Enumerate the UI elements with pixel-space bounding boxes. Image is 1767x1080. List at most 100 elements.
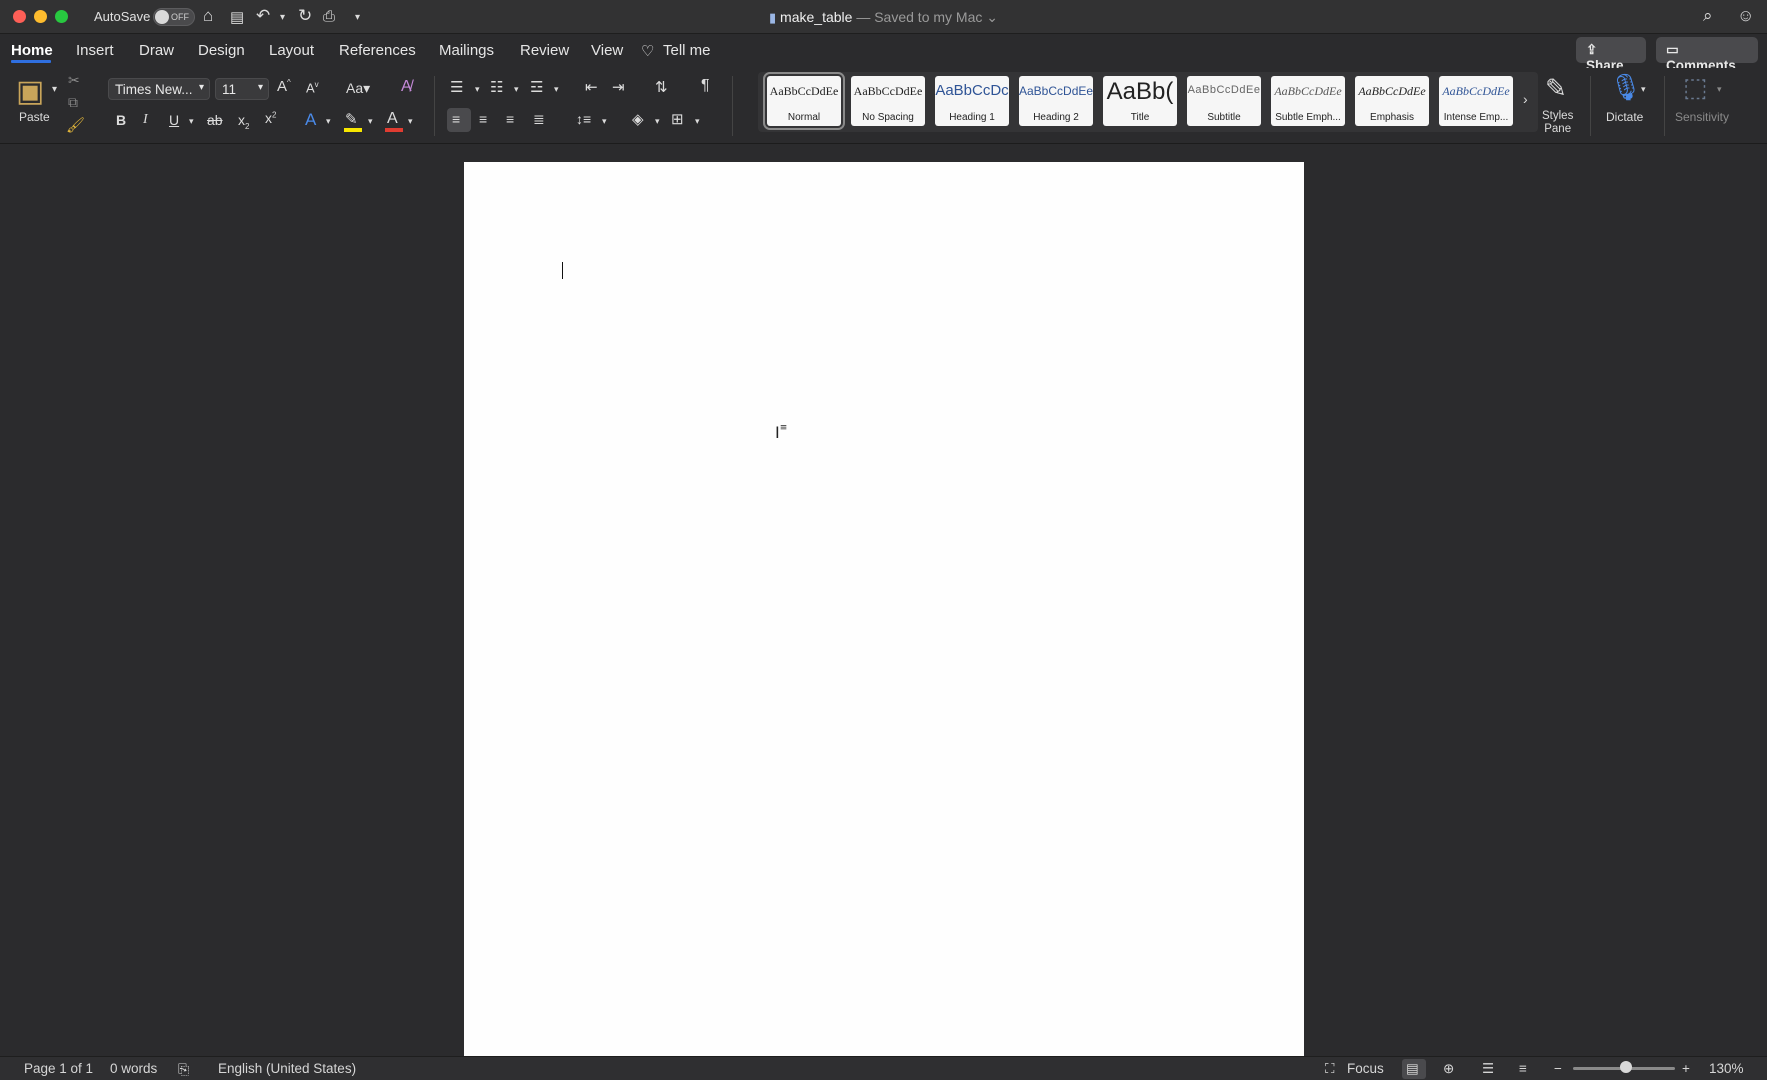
style-label: Normal <box>787 112 821 123</box>
sort-icon[interactable]: ⇅ <box>655 78 668 96</box>
borders-icon[interactable]: ⊞ <box>671 110 684 128</box>
style-emphasis[interactable]: AaBbCcDdEe Emphasis <box>1355 76 1429 126</box>
focus-mode[interactable]: Focus <box>1347 1061 1384 1076</box>
tab-view[interactable]: View <box>591 42 623 59</box>
paste-icon[interactable]: ▣ <box>16 74 44 109</box>
cut-icon[interactable]: ✂ <box>68 72 80 89</box>
show-formatting-marks-icon[interactable]: ¶ <box>701 77 710 95</box>
zoom-out-icon[interactable]: − <box>1554 1061 1562 1076</box>
tab-review[interactable]: Review <box>520 42 569 59</box>
tab-home[interactable]: Home <box>11 42 53 59</box>
text-effects-icon[interactable]: A <box>305 110 316 130</box>
comment-icon: ▭ <box>1666 42 1679 57</box>
style-sample: AaBbCcDdEe <box>1019 84 1093 98</box>
highlight-icon[interactable]: ✎ <box>345 110 358 128</box>
dictate-dropdown-icon[interactable]: ▾ <box>1641 84 1646 95</box>
copy-icon[interactable]: ⧉ <box>68 94 78 111</box>
document-page[interactable] <box>464 162 1304 1056</box>
style-intense-emphasis[interactable]: AaBbCcDdEe Intense Emp... <box>1439 76 1513 126</box>
style-sample: AaBbCcDdEe <box>1358 84 1426 98</box>
microphone-icon[interactable]: 🎙 <box>1609 72 1642 103</box>
shrink-font-icon[interactable]: Av <box>306 80 319 95</box>
paste-dropdown-icon[interactable]: ▾ <box>52 84 57 95</box>
style-subtitle[interactable]: AaBbCcDdEe Subtitle <box>1187 76 1261 126</box>
font-size-value: 11 <box>222 82 237 97</box>
language[interactable]: English (United States) <box>218 1061 356 1076</box>
page-count[interactable]: Page 1 of 1 <box>24 1061 93 1076</box>
bullets-dropdown-icon[interactable]: ▾ <box>475 84 480 95</box>
zoom-level[interactable]: 130% <box>1709 1061 1744 1076</box>
justify-icon[interactable]: ≣ <box>533 111 545 128</box>
style-title[interactable]: AaBb( Title <box>1103 76 1177 126</box>
font-size-select[interactable]: 11 ▾ <box>215 78 269 100</box>
align-center-icon[interactable]: ≡ <box>479 111 487 127</box>
feedback-smiley-icon[interactable]: ☺ <box>1737 6 1754 26</box>
change-case-icon[interactable]: Aa▾ <box>346 80 370 97</box>
draft-view-icon[interactable]: ≡ <box>1519 1061 1527 1076</box>
comments-button[interactable]: ▭ Comments <box>1656 37 1758 73</box>
document-title: ▮ make_table — Saved to my Mac ⌄ <box>0 9 1767 26</box>
style-sample: AaBbCcDdEe <box>1442 84 1510 98</box>
line-spacing-dropdown-icon[interactable]: ▾ <box>602 116 607 127</box>
style-label: Subtitle <box>1207 112 1241 123</box>
format-painter-icon[interactable]: 🖌 <box>66 116 85 134</box>
font-color-icon[interactable]: A <box>387 110 398 128</box>
styles-pane-icon[interactable]: ✎ <box>1545 73 1567 104</box>
focus-icon[interactable]: ⛶ <box>1325 1061 1334 1077</box>
multilevel-list-icon[interactable]: ☲ <box>530 78 543 96</box>
share-button[interactable]: ⇪ Share <box>1576 37 1646 73</box>
borders-dropdown-icon[interactable]: ▾ <box>695 116 700 127</box>
numbering-icon[interactable]: ☷ <box>490 78 503 96</box>
sensitivity-dropdown-icon[interactable]: ▾ <box>1717 84 1722 95</box>
highlight-dropdown-icon[interactable]: ▾ <box>368 116 373 127</box>
tab-draw[interactable]: Draw <box>139 42 174 59</box>
style-label: Heading 1 <box>949 112 995 123</box>
sensitivity-label: Sensitivity <box>1675 110 1730 124</box>
clear-formatting-icon[interactable]: A̸ <box>401 78 412 96</box>
underline-button[interactable]: U <box>169 112 179 128</box>
tab-insert[interactable]: Insert <box>76 42 114 59</box>
sensitivity-icon[interactable]: ⬚ <box>1683 72 1708 103</box>
chevron-right-icon[interactable]: › <box>1523 91 1528 107</box>
search-icon[interactable]: ⌕ <box>1703 6 1713 26</box>
style-label: No Spacing <box>862 112 914 123</box>
superscript-button[interactable]: x2 <box>265 110 276 126</box>
bullets-icon[interactable]: ☰ <box>450 78 463 96</box>
align-right-icon[interactable]: ≡ <box>506 111 514 127</box>
word-count[interactable]: 0 words <box>110 1061 157 1076</box>
print-layout-icon: ▤ <box>1406 1061 1419 1076</box>
shading-icon[interactable]: ◈ <box>632 110 644 128</box>
shading-dropdown-icon[interactable]: ▾ <box>655 116 660 127</box>
subscript-button[interactable]: x2 <box>238 112 249 131</box>
proofing-icon[interactable]: ⎘ <box>178 1061 189 1078</box>
font-color-dropdown-icon[interactable]: ▾ <box>408 116 413 127</box>
multilevel-dropdown-icon[interactable]: ▾ <box>554 84 559 95</box>
tab-references[interactable]: References <box>339 42 416 59</box>
outline-view-icon[interactable]: ☰ <box>1482 1061 1494 1077</box>
tab-design[interactable]: Design <box>198 42 245 59</box>
tab-mailings[interactable]: Mailings <box>439 42 494 59</box>
grow-font-icon[interactable]: A^ <box>277 78 291 95</box>
text-effects-dropdown-icon[interactable]: ▾ <box>326 116 331 127</box>
zoom-in-icon[interactable]: + <box>1682 1061 1690 1076</box>
style-normal[interactable]: AaBbCcDdEe Normal <box>763 72 845 130</box>
numbering-dropdown-icon[interactable]: ▾ <box>514 84 519 95</box>
style-heading-2[interactable]: AaBbCcDdEe Heading 2 <box>1019 76 1093 126</box>
strikethrough-button[interactable]: ab <box>207 112 223 128</box>
zoom-slider-handle[interactable] <box>1620 1061 1632 1073</box>
tab-layout[interactable]: Layout <box>269 42 314 59</box>
decrease-indent-icon[interactable]: ⇤ <box>585 78 598 96</box>
bold-button[interactable]: B <box>116 112 126 128</box>
increase-indent-icon[interactable]: ⇥ <box>612 78 625 96</box>
line-spacing-icon[interactable]: ↕≡ <box>576 111 591 127</box>
chevron-down-icon[interactable]: ⌄ <box>986 9 998 25</box>
tell-me-search[interactable]: Tell me <box>663 42 711 59</box>
style-subtle-emphasis[interactable]: AaBbCcDdEe Subtle Emph... <box>1271 76 1345 126</box>
underline-dropdown-icon[interactable]: ▾ <box>189 116 194 127</box>
dictate-label: Dictate <box>1606 110 1644 124</box>
web-layout-icon[interactable]: ⊕ <box>1443 1061 1454 1077</box>
style-heading-1[interactable]: AaBbCcDc Heading 1 <box>935 76 1009 126</box>
italic-button[interactable]: I <box>143 112 148 128</box>
font-name-select[interactable]: Times New... ▾ <box>108 78 210 100</box>
style-no-spacing[interactable]: AaBbCcDdEe No Spacing <box>851 76 925 126</box>
